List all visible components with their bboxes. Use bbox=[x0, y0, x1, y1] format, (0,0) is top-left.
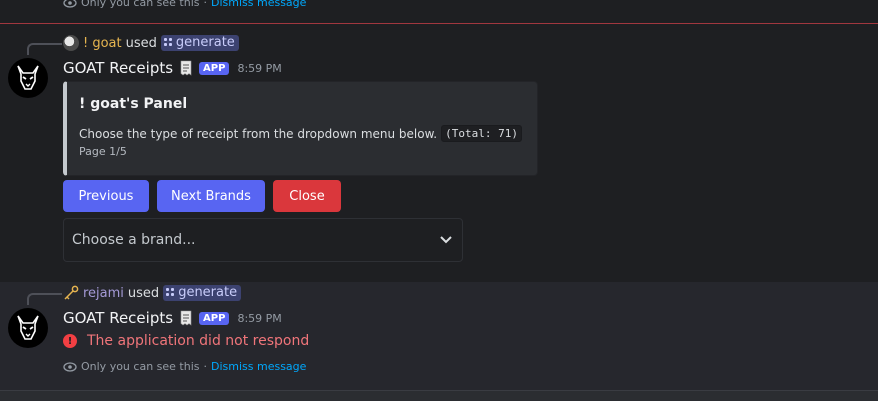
receipt-icon bbox=[180, 310, 192, 326]
command-chip[interactable]: generate bbox=[163, 285, 242, 301]
error-text: The application did not respond bbox=[87, 333, 310, 349]
embed-description-text: Choose the type of receipt from the drop… bbox=[79, 126, 438, 141]
message-goat-panel: ! goat used generate GOAT Receipts APP 8… bbox=[0, 0, 878, 280]
user-avatar-small[interactable] bbox=[63, 35, 79, 51]
receipt-icon bbox=[180, 60, 192, 76]
interaction-reply: ! goat used generate bbox=[63, 35, 239, 51]
bot-name[interactable]: GOAT Receipts bbox=[63, 59, 173, 77]
close-button[interactable]: Close bbox=[273, 180, 341, 212]
dismiss-message-link[interactable]: Dismiss message bbox=[211, 360, 306, 373]
interaction-user[interactable]: ! goat bbox=[83, 36, 122, 51]
interaction-user[interactable]: rejami bbox=[83, 286, 124, 301]
brand-select[interactable]: Choose a brand... bbox=[63, 218, 463, 262]
chevron-down-icon bbox=[440, 236, 452, 244]
error-icon: ! bbox=[63, 334, 77, 348]
embed-panel: ! goat's Panel Choose the type of receip… bbox=[63, 81, 538, 176]
embed-description: Choose the type of receipt from the drop… bbox=[79, 125, 522, 142]
total-code: (Total: 71) bbox=[441, 125, 522, 142]
used-text: used bbox=[125, 35, 157, 51]
command-name: generate bbox=[175, 35, 235, 50]
bot-avatar[interactable] bbox=[8, 58, 48, 98]
embed-title: ! goat's Panel bbox=[79, 96, 188, 112]
goat-skull-icon bbox=[17, 65, 39, 90]
error-message: ! The application did not respond bbox=[63, 333, 309, 349]
ephemeral-notice: Only you can see this · Dismiss message bbox=[63, 360, 306, 373]
timestamp: 8:59 PM bbox=[237, 311, 282, 325]
goat-skull-icon bbox=[17, 315, 39, 340]
command-chip[interactable]: generate bbox=[160, 35, 239, 51]
bot-avatar[interactable] bbox=[8, 308, 48, 348]
app-badge: APP bbox=[199, 61, 230, 75]
reply-connector bbox=[27, 293, 62, 305]
chat-area: Only you can see this · Dismiss message … bbox=[0, 0, 878, 401]
message-composer[interactable] bbox=[0, 390, 878, 401]
next-brands-button[interactable]: Next Brands bbox=[157, 180, 265, 212]
eye-icon bbox=[63, 361, 77, 372]
brand-select-placeholder: Choose a brand... bbox=[72, 232, 196, 248]
interaction-reply: rejami used generate bbox=[63, 285, 242, 301]
message-header: GOAT Receipts APP 8:59 PM bbox=[63, 59, 282, 77]
timestamp: 8:59 PM bbox=[237, 61, 282, 75]
previous-button[interactable]: Previous bbox=[63, 180, 149, 212]
message-header: GOAT Receipts APP 8:59 PM bbox=[63, 309, 282, 327]
ephemeral-separator: · bbox=[203, 360, 208, 373]
app-badge: APP bbox=[199, 311, 230, 325]
key-icon bbox=[64, 285, 79, 300]
embed-footer: Page 1/5 bbox=[79, 145, 127, 158]
command-icon bbox=[166, 288, 175, 297]
bot-name[interactable]: GOAT Receipts bbox=[63, 309, 173, 327]
command-name: generate bbox=[178, 285, 238, 300]
used-text: used bbox=[127, 285, 160, 301]
reply-connector bbox=[27, 43, 62, 55]
command-icon bbox=[163, 38, 173, 47]
ephemeral-text: Only you can see this bbox=[81, 360, 200, 373]
